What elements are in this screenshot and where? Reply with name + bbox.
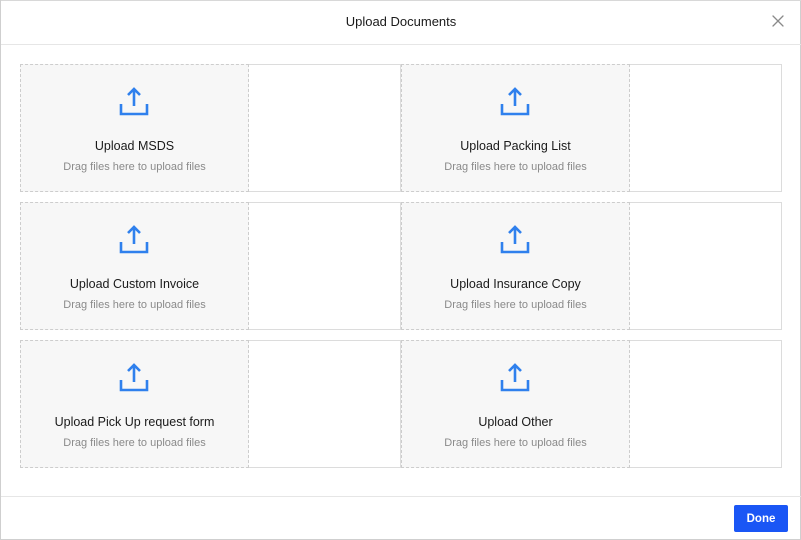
close-icon[interactable]	[771, 14, 785, 28]
dropzone-hint: Drag files here to upload files	[63, 437, 206, 449]
dialog-footer: Done	[1, 496, 801, 540]
upload-icon	[119, 87, 149, 116]
dropzone-other[interactable]: Upload Other Drag files here to upload f…	[401, 340, 630, 468]
upload-row: Upload MSDS Drag files here to upload fi…	[20, 64, 782, 192]
upload-cell-msds: Upload MSDS Drag files here to upload fi…	[20, 64, 401, 192]
dialog-title: Upload Documents	[345, 14, 457, 29]
dropzone-hint: Drag files here to upload files	[444, 299, 587, 311]
dropzone-hint: Drag files here to upload files	[63, 299, 206, 311]
dropzone-hint: Drag files here to upload files	[444, 437, 587, 449]
file-preview-area	[630, 202, 782, 330]
file-preview-area	[630, 340, 782, 468]
upload-icon	[119, 363, 149, 392]
upload-cell-other: Upload Other Drag files here to upload f…	[401, 340, 782, 468]
dropzone-insurance-copy[interactable]: Upload Insurance Copy Drag files here to…	[401, 202, 630, 330]
upload-row: Upload Pick Up request form Drag files h…	[20, 340, 782, 468]
dialog-header: Upload Documents	[1, 0, 801, 45]
dropzone-label: Upload Other	[478, 415, 553, 429]
dropzone-msds[interactable]: Upload MSDS Drag files here to upload fi…	[20, 64, 249, 192]
upload-documents-dialog: Upload Documents Upload MSDS Drag files …	[0, 0, 801, 540]
upload-row: Upload Custom Invoice Drag files here to…	[20, 202, 782, 330]
dropzone-hint: Drag files here to upload files	[444, 161, 587, 173]
upload-icon	[500, 225, 530, 254]
dropzone-label: Upload Custom Invoice	[69, 277, 200, 291]
dropzone-label: Upload Insurance Copy	[450, 277, 581, 291]
dropzone-label: Upload MSDS	[94, 139, 175, 153]
file-preview-area	[249, 64, 401, 192]
upload-grid: Upload MSDS Drag files here to upload fi…	[20, 64, 782, 478]
dropzone-packing-list[interactable]: Upload Packing List Drag files here to u…	[401, 64, 630, 192]
file-preview-area	[630, 64, 782, 192]
upload-cell-custom-invoice: Upload Custom Invoice Drag files here to…	[20, 202, 401, 330]
upload-cell-pick-up-request: Upload Pick Up request form Drag files h…	[20, 340, 401, 468]
dropzone-pick-up-request[interactable]: Upload Pick Up request form Drag files h…	[20, 340, 249, 468]
done-button[interactable]: Done	[734, 505, 788, 532]
dropzone-hint: Drag files here to upload files	[63, 161, 206, 173]
upload-cell-insurance-copy: Upload Insurance Copy Drag files here to…	[401, 202, 782, 330]
upload-cell-packing-list: Upload Packing List Drag files here to u…	[401, 64, 782, 192]
dropzone-label: Upload Packing List	[460, 139, 571, 153]
file-preview-area	[249, 202, 401, 330]
dropzone-custom-invoice[interactable]: Upload Custom Invoice Drag files here to…	[20, 202, 249, 330]
upload-icon	[500, 87, 530, 116]
dropzone-label: Upload Pick Up request form	[54, 415, 215, 429]
file-preview-area	[249, 340, 401, 468]
upload-icon	[500, 363, 530, 392]
upload-icon	[119, 225, 149, 254]
